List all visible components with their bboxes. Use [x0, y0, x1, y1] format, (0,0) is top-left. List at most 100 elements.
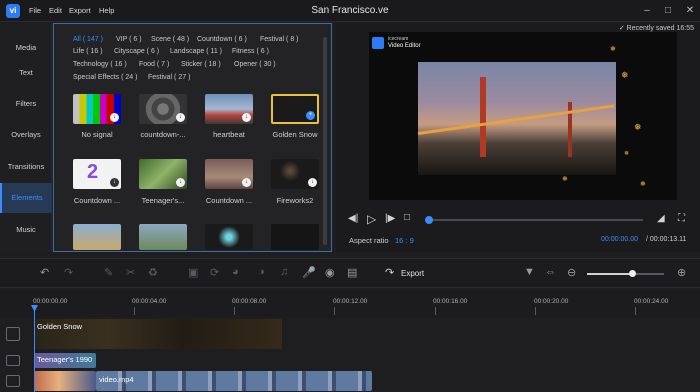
video-clip-1[interactable]: [34, 371, 96, 391]
download-icon[interactable]: ↓: [242, 113, 251, 122]
stop-icon[interactable]: □: [404, 212, 410, 223]
category-fitness[interactable]: Fitness ( 6 ): [232, 48, 269, 55]
bridge-tower: [480, 77, 486, 157]
element-thumb-teenagers[interactable]: ↓: [139, 159, 187, 189]
category-life[interactable]: Life ( 16 ): [73, 48, 103, 55]
adjust-icon[interactable]: ◑: [258, 266, 265, 278]
element-thumb-countdown-3[interactable]: ↓: [205, 159, 253, 189]
category-countdown[interactable]: Countdown ( 6 ): [197, 36, 247, 43]
split-icon[interactable]: ✂: [126, 266, 135, 279]
record-icon[interactable]: ◉: [325, 266, 335, 279]
download-icon[interactable]: ↓: [110, 178, 119, 187]
playback-progress[interactable]: [428, 219, 643, 221]
undo-icon[interactable]: ↶: [40, 266, 49, 279]
download-icon[interactable]: ↓: [176, 113, 185, 122]
element-thumb-heartbeat[interactable]: ↓: [205, 94, 253, 124]
crop-icon[interactable]: ▣: [188, 266, 198, 279]
export-button[interactable]: Export: [401, 269, 424, 278]
minimize-icon[interactable]: –: [640, 4, 654, 18]
edit-icon[interactable]: ✎: [104, 266, 113, 279]
volume-icon[interactable]: ◢: [657, 213, 665, 224]
sidebar-item-music[interactable]: Music: [0, 215, 52, 245]
sidebar-item-transitions[interactable]: Transitions: [0, 152, 52, 182]
export-icon[interactable]: ↷: [385, 266, 394, 279]
elements-scrollbar[interactable]: [323, 37, 327, 245]
element-thumb-row3-4[interactable]: [271, 224, 319, 250]
snowflake-icon: ❅: [562, 176, 568, 183]
ruler-label: 00:00:24.00: [634, 298, 669, 305]
zoom-in-icon[interactable]: ⊕: [677, 266, 686, 279]
sidebar-item-overlays[interactable]: Overlays: [0, 120, 52, 150]
element-thumb-countdown[interactable]: ↓: [139, 94, 187, 124]
marker-icon[interactable]: ▼: [524, 266, 535, 278]
video-track-icon: [6, 375, 20, 387]
ruler-label: 00:00:16.00: [433, 298, 468, 305]
playback-knob[interactable]: [425, 216, 433, 224]
download-icon[interactable]: ↓: [176, 178, 185, 187]
element-thumb-row3-2[interactable]: [139, 224, 187, 250]
screenshot-icon[interactable]: ▤: [347, 266, 357, 279]
category-festival-2[interactable]: Festival ( 27 ): [148, 74, 190, 81]
element-thumb-golden-snow[interactable]: +: [271, 94, 319, 124]
maximize-icon[interactable]: □: [661, 4, 675, 18]
ruler-label: 00:00:20.00: [534, 298, 569, 305]
fit-icon[interactable]: ⇔: [545, 266, 556, 278]
element-track-icon: [6, 327, 20, 341]
category-opener[interactable]: Opener ( 30 ): [234, 61, 276, 68]
watermark-app: Video Editor: [388, 43, 421, 49]
microphone-icon[interactable]: 🎤: [302, 266, 316, 279]
video-clip-2[interactable]: video.mp4: [96, 371, 372, 391]
download-icon[interactable]: ↓: [242, 178, 251, 187]
category-vip[interactable]: VIP ( 6 ): [116, 36, 142, 43]
redo-icon[interactable]: ↷: [64, 266, 73, 279]
bridge-deck: [417, 104, 615, 135]
audio-icon[interactable]: ♫: [280, 266, 288, 278]
speed-icon[interactable]: ◕: [232, 266, 239, 278]
category-landscape[interactable]: Landscape ( 11 ): [170, 48, 222, 55]
element-label: Golden Snow: [272, 130, 318, 139]
category-food[interactable]: Food ( 7 ): [139, 61, 169, 68]
download-icon[interactable]: ↓: [110, 113, 119, 122]
download-icon[interactable]: ↓: [308, 178, 317, 187]
element-label: Fireworks2: [276, 196, 314, 205]
ruler-tick: [535, 307, 536, 315]
add-icon[interactable]: +: [306, 111, 315, 120]
text-track: [0, 352, 700, 370]
element-thumb-countdown-2[interactable]: 2 ↓: [73, 159, 121, 189]
element-thumb-row3-3[interactable]: [205, 224, 253, 250]
category-sticker[interactable]: Sticker ( 18 ): [181, 61, 221, 68]
fullscreen-icon[interactable]: ⛶: [678, 213, 685, 224]
category-special-effects[interactable]: Special Effects ( 24 ): [73, 74, 137, 81]
snowflake-icon: ❅: [621, 70, 629, 80]
play-icon[interactable]: ▷: [367, 212, 376, 226]
category-technology[interactable]: Technology ( 16 ): [73, 61, 127, 68]
playhead[interactable]: [34, 307, 35, 392]
prev-frame-icon[interactable]: ◀|: [348, 213, 358, 224]
rotate-icon[interactable]: ⟳: [210, 266, 219, 279]
category-scene[interactable]: Scene ( 48 ): [151, 36, 189, 43]
element-thumb-row3-1[interactable]: [73, 224, 121, 250]
element-label: Countdown ...: [205, 196, 253, 205]
sidebar-item-filters[interactable]: Filters: [0, 89, 52, 119]
sidebar-item-text[interactable]: Text: [0, 58, 52, 88]
element-label: countdown-...: [140, 130, 186, 139]
text-clip[interactable]: Teenager's 1990: [34, 353, 96, 368]
element-label: Teenager's...: [141, 196, 185, 205]
close-icon[interactable]: ✕: [683, 4, 697, 18]
delete-icon[interactable]: ♻: [148, 266, 158, 279]
category-all[interactable]: All ( 147 ): [73, 36, 103, 43]
zoom-out-icon[interactable]: ⊖: [567, 266, 576, 279]
category-cityscape[interactable]: Cityscape ( 6 ): [114, 48, 159, 55]
snowflake-icon: ❅: [640, 181, 646, 188]
next-frame-icon[interactable]: |▶: [385, 213, 395, 224]
element-label: heartbeat: [213, 130, 245, 139]
ruler-tick: [334, 307, 335, 315]
element-clip[interactable]: Golden Snow: [34, 319, 282, 349]
element-thumb-fireworks2[interactable]: ↓: [271, 159, 319, 189]
element-thumb-no-signal[interactable]: ↓: [73, 94, 121, 124]
zoom-slider-knob[interactable]: [629, 270, 636, 277]
aspect-ratio-select[interactable]: 16 : 9: [395, 236, 414, 245]
sidebar-item-elements[interactable]: Elements: [0, 183, 52, 213]
category-festival[interactable]: Festival ( 8 ): [260, 36, 299, 43]
snowflake-icon: ❅: [610, 46, 616, 53]
